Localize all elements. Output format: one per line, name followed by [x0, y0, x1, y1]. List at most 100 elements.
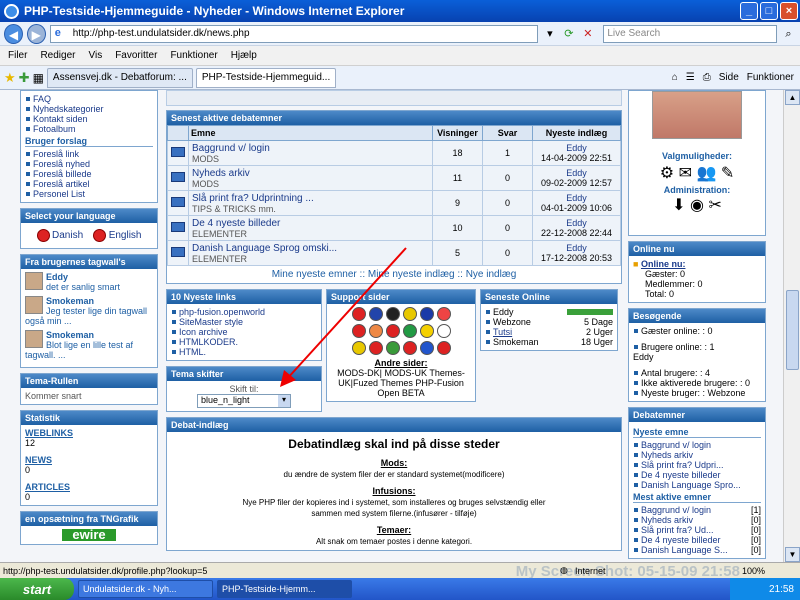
- tag-message[interactable]: Jeg tester lige din tagwall også min ...: [25, 306, 153, 326]
- online-user[interactable]: Smokeman: [493, 337, 539, 347]
- url-field[interactable]: http://php-test.undulatsider.dk/news.php: [49, 24, 539, 43]
- thread-link[interactable]: Nyheds arkiv: [192, 168, 250, 179]
- nav-personel-list[interactable]: Personel List: [33, 189, 85, 199]
- tab-list-icon[interactable]: ▦: [33, 71, 44, 85]
- maximize-button[interactable]: □: [760, 2, 778, 20]
- lang-english[interactable]: English: [109, 230, 142, 241]
- flag-icon[interactable]: [419, 341, 434, 355]
- print-icon[interactable]: ⎙: [703, 72, 711, 83]
- zoom-level[interactable]: 100%: [742, 566, 765, 576]
- chevron-down-icon[interactable]: ▾: [278, 395, 290, 407]
- last-poster[interactable]: Eddy: [566, 143, 587, 153]
- tag-user[interactable]: Smokeman: [25, 330, 153, 340]
- task-php-testside[interactable]: PHP-Testside-Hjemm...: [217, 580, 352, 598]
- flag-icon[interactable]: [419, 307, 434, 321]
- last-poster[interactable]: Eddy: [566, 193, 587, 203]
- menu-favoritter[interactable]: Favoritter: [115, 50, 157, 61]
- link-item[interactable]: php-fusion.openworld: [179, 307, 265, 317]
- thread-link[interactable]: Slå print fra? Udprintning ...: [192, 193, 314, 204]
- nav-kontakt[interactable]: Kontakt siden: [33, 114, 88, 124]
- recent-topic-link[interactable]: Nyheds arkiv: [641, 450, 693, 460]
- link-item[interactable]: SiteMaster style: [179, 317, 243, 327]
- task-undulatsider[interactable]: Undulatsider.dk - Nyh...: [78, 580, 213, 598]
- danish-flag-icon[interactable]: [36, 229, 50, 242]
- flag-icon[interactable]: [436, 324, 451, 338]
- tab-php-testside[interactable]: PHP-Testside-Hjemmeguid...: [195, 67, 337, 88]
- dropdown-icon[interactable]: ▾: [542, 26, 557, 42]
- english-flag-icon[interactable]: [93, 229, 107, 242]
- online-user[interactable]: Tutsi: [493, 327, 512, 337]
- flag-icon[interactable]: [436, 341, 451, 355]
- favorites-star-icon[interactable]: ★: [4, 70, 16, 86]
- link-item[interactable]: HTML.: [179, 347, 206, 357]
- online-user[interactable]: Webzone: [493, 317, 531, 327]
- close-button[interactable]: ×: [780, 2, 798, 20]
- link-item[interactable]: HTMLKODER.: [179, 337, 238, 347]
- menu-hjaelp[interactable]: Hjælp: [231, 50, 257, 61]
- recent-topic-link[interactable]: Slå print fra? Udpri...: [641, 460, 724, 470]
- start-button[interactable]: start: [0, 578, 74, 600]
- edit-icon[interactable]: ✎: [721, 165, 734, 182]
- stat-news[interactable]: NEWS: [25, 455, 52, 465]
- active-topic-link[interactable]: Nyheds arkiv: [641, 515, 693, 525]
- theme-select[interactable]: blue_n_light ▾: [197, 394, 291, 408]
- forward-button[interactable]: ▶: [26, 23, 46, 44]
- menu-vis[interactable]: Vis: [88, 50, 102, 61]
- side-menu[interactable]: Side: [719, 72, 739, 83]
- last-poster[interactable]: Eddy: [566, 168, 587, 178]
- recent-topic-link[interactable]: Danish Language Spro...: [641, 480, 741, 490]
- tag-user[interactable]: Smokeman: [25, 296, 153, 306]
- avatar[interactable]: [25, 330, 43, 348]
- tools-menu[interactable]: Funktioner: [747, 72, 794, 83]
- lang-danish[interactable]: Danish: [52, 230, 83, 241]
- users-icon[interactable]: 👥: [696, 165, 716, 182]
- menu-funktioner[interactable]: Funktioner: [170, 50, 217, 61]
- recent-topic-link[interactable]: De 4 nyeste billeder: [641, 470, 721, 480]
- avatar[interactable]: [25, 272, 43, 290]
- profile-photo[interactable]: [652, 91, 742, 139]
- search-input[interactable]: Live Search: [603, 24, 777, 43]
- link-item[interactable]: Icon archive: [179, 327, 228, 337]
- back-button[interactable]: ◀: [4, 23, 23, 44]
- visitors-user-eddy[interactable]: Eddy: [633, 352, 761, 362]
- add-favorite-icon[interactable]: ✚: [19, 70, 30, 86]
- online-nu-link[interactable]: Online nu:: [641, 259, 686, 269]
- active-topic-link[interactable]: Slå print fra? Ud...: [641, 525, 714, 535]
- menu-rediger[interactable]: Rediger: [40, 50, 75, 61]
- refresh-icon[interactable]: ⟳: [561, 26, 576, 42]
- tools-icon[interactable]: ✂: [708, 197, 721, 214]
- thread-link[interactable]: Baggrund v/ login: [192, 143, 270, 154]
- nav-foreslaa-artikel[interactable]: Foreslå artikel: [33, 179, 90, 189]
- nav-faq[interactable]: FAQ: [33, 94, 51, 104]
- ewire-logo[interactable]: ewire: [62, 528, 116, 541]
- nav-fotoalbum[interactable]: Fotoalbum: [33, 124, 76, 134]
- stat-weblinks[interactable]: WEBLINKS: [25, 428, 73, 438]
- thread-link[interactable]: De 4 nyeste billeder: [192, 218, 280, 229]
- last-poster[interactable]: Eddy: [566, 243, 587, 253]
- tag-message[interactable]: Blot lige en lille test af tagwall. ...: [25, 340, 153, 360]
- clock[interactable]: 21:58: [769, 584, 794, 595]
- messages-icon[interactable]: ✉: [679, 165, 692, 182]
- nav-foreslaa-link[interactable]: Foreslå link: [33, 149, 79, 159]
- stat-articles[interactable]: ARTICLES: [25, 482, 70, 492]
- nav-nyhedskategorier[interactable]: Nyhedskategorier: [33, 104, 104, 114]
- scroll-down-icon[interactable]: ▼: [785, 547, 800, 562]
- recent-topic-link[interactable]: Baggrund v/ login: [641, 440, 711, 450]
- nav-foreslaa-billede[interactable]: Foreslå billede: [33, 169, 92, 179]
- online-user[interactable]: Eddy: [493, 307, 514, 317]
- tag-message[interactable]: det er sanlig smart: [25, 282, 153, 292]
- tag-user[interactable]: Eddy: [25, 272, 153, 282]
- tab-assensvej[interactable]: Assensvej.dk - Debatforum: ...: [46, 67, 193, 88]
- active-topic-link[interactable]: Danish Language S...: [641, 545, 728, 555]
- settings-icon[interactable]: ⚙: [660, 165, 674, 182]
- flag-icon[interactable]: [436, 307, 451, 321]
- menu-filer[interactable]: Filer: [8, 50, 27, 61]
- php-icon[interactable]: ◉: [690, 197, 704, 214]
- flag-icon[interactable]: [419, 324, 434, 338]
- home-icon[interactable]: ⌂: [672, 72, 678, 83]
- feeds-icon[interactable]: ☰: [686, 72, 695, 83]
- minimize-button[interactable]: _: [740, 2, 758, 20]
- active-topic-link[interactable]: De 4 nyeste billeder: [641, 535, 721, 545]
- nav-foreslaa-nyhed[interactable]: Foreslå nyhed: [33, 159, 90, 169]
- scrollbar[interactable]: ▲ ▼: [783, 90, 800, 562]
